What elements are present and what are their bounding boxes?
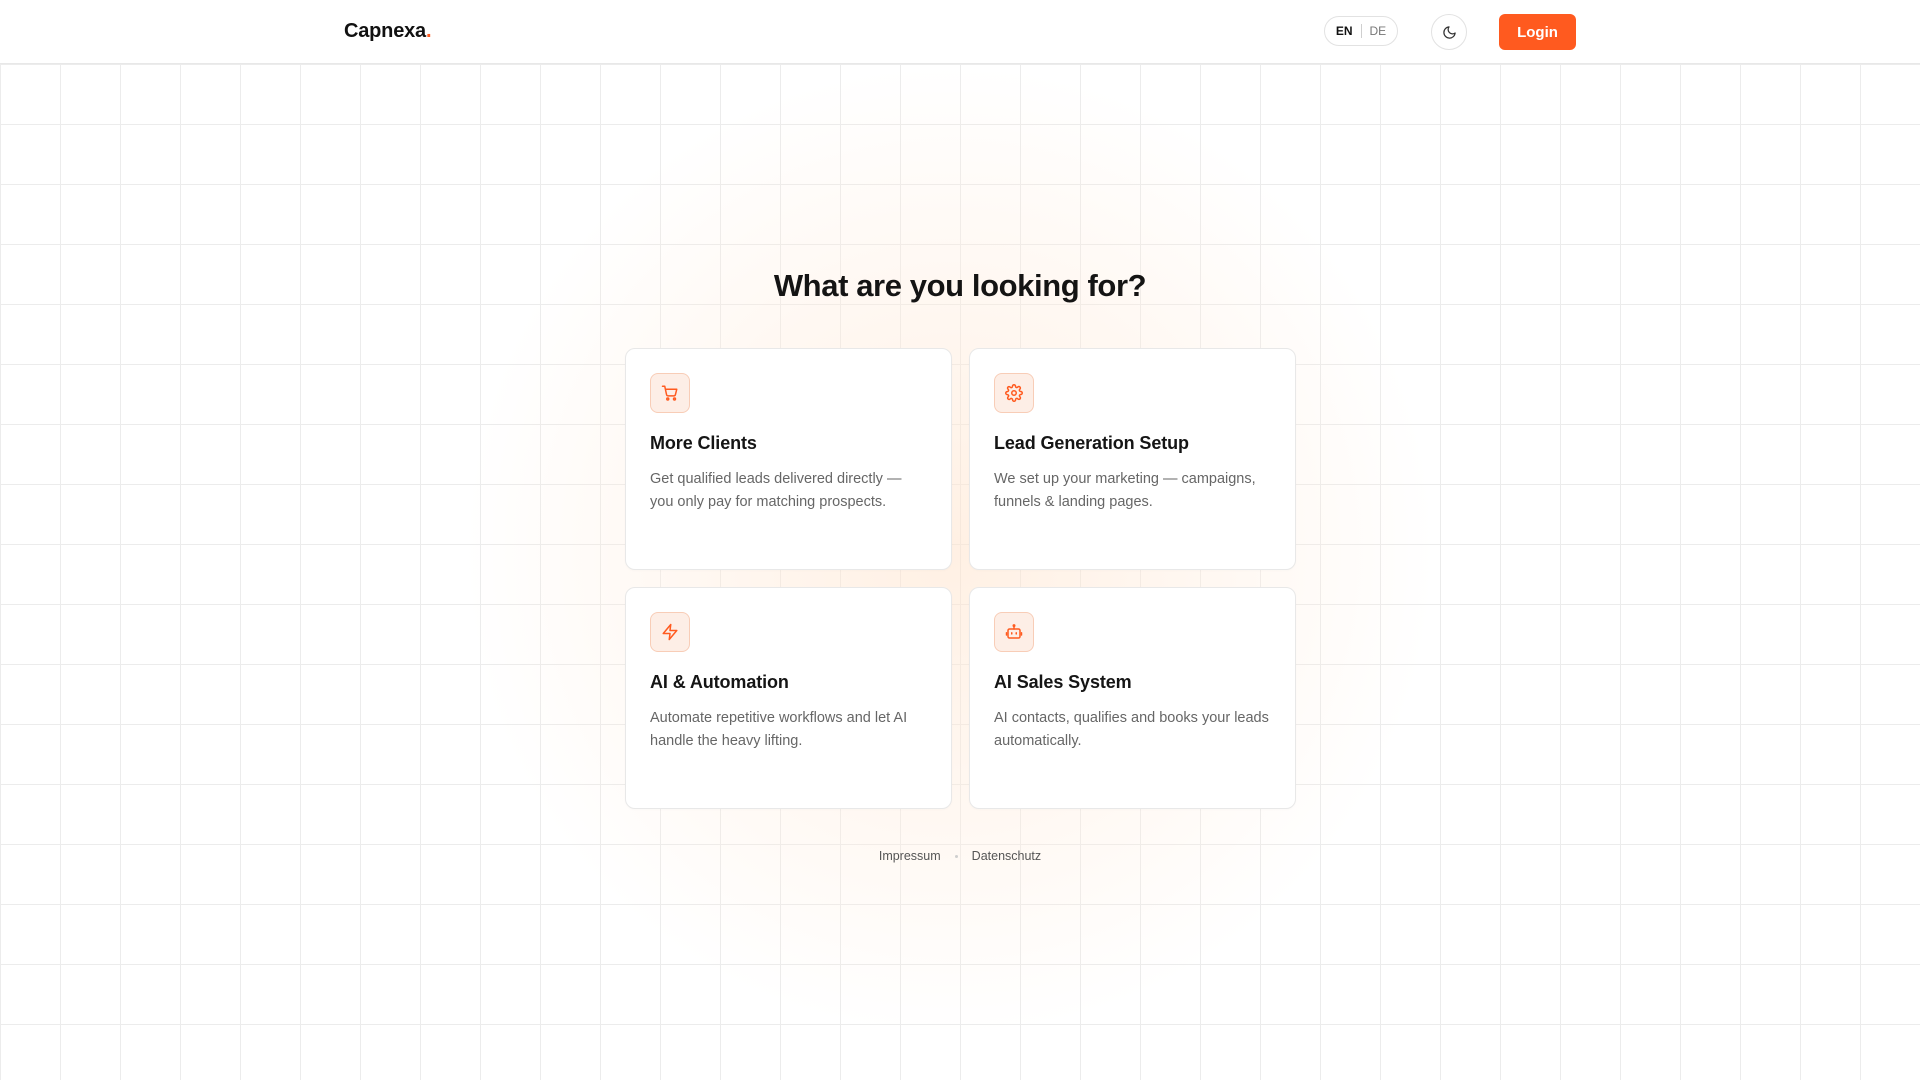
top-navbar: Capnexa. EN DE Login: [0, 0, 1920, 64]
footer: Impressum Datenschutz: [0, 849, 1920, 863]
card-description: AI contacts, qualifies and books your le…: [994, 710, 1269, 749]
footer-separator-dot: [954, 854, 958, 858]
card-icon-box: [994, 612, 1034, 652]
login-button[interactable]: Login: [1499, 14, 1576, 50]
footer-link-datenschutz[interactable]: Datenschutz: [972, 849, 1041, 863]
options-grid: More Clients Get qualified leads deliver…: [625, 348, 1296, 809]
page: Capnexa. EN DE Login What are you lookin…: [0, 0, 1920, 1080]
card-description: We set up your marketing — campaigns, fu…: [994, 471, 1256, 510]
language-option-en[interactable]: EN: [1336, 24, 1353, 38]
theme-toggle-button[interactable]: [1431, 14, 1467, 50]
language-switcher: EN DE: [1324, 16, 1398, 46]
language-divider: [1360, 24, 1362, 38]
page-title: What are you looking for?: [773, 268, 1147, 303]
brand-logo[interactable]: Capnexa.: [344, 20, 432, 43]
card-icon-box: [650, 373, 690, 413]
language-option-de[interactable]: DE: [1370, 24, 1387, 38]
card-description: Automate repetitive workflows and let AI…: [650, 710, 908, 749]
gear-icon: [1005, 384, 1023, 402]
footer-link-impressum[interactable]: Impressum: [879, 849, 941, 863]
moon-icon: [1442, 25, 1456, 39]
robot-icon: [1005, 624, 1023, 639]
option-card-ai-sales-system[interactable]: AI Sales System AI contacts, qualifies a…: [969, 587, 1296, 809]
card-title: AI Sales System: [994, 672, 1132, 692]
option-card-more-clients[interactable]: More Clients Get qualified leads deliver…: [625, 348, 952, 570]
card-title: AI & Automation: [650, 672, 789, 692]
card-description: Get qualified leads delivered directly —…: [650, 471, 902, 510]
brand-logo-dot: .: [425, 20, 432, 42]
shopping-cart-icon: [661, 385, 678, 401]
option-card-ai-automation[interactable]: AI & Automation Automate repetitive work…: [625, 587, 952, 809]
card-icon-box: [994, 373, 1034, 413]
card-title: Lead Generation Setup: [994, 433, 1189, 453]
brand-name: Capnexa: [344, 20, 426, 42]
lightning-bolt-icon: [662, 623, 678, 641]
option-card-lead-generation-setup[interactable]: Lead Generation Setup We set up your mar…: [969, 348, 1296, 570]
card-icon-box: [650, 612, 690, 652]
card-title: More Clients: [650, 433, 757, 453]
